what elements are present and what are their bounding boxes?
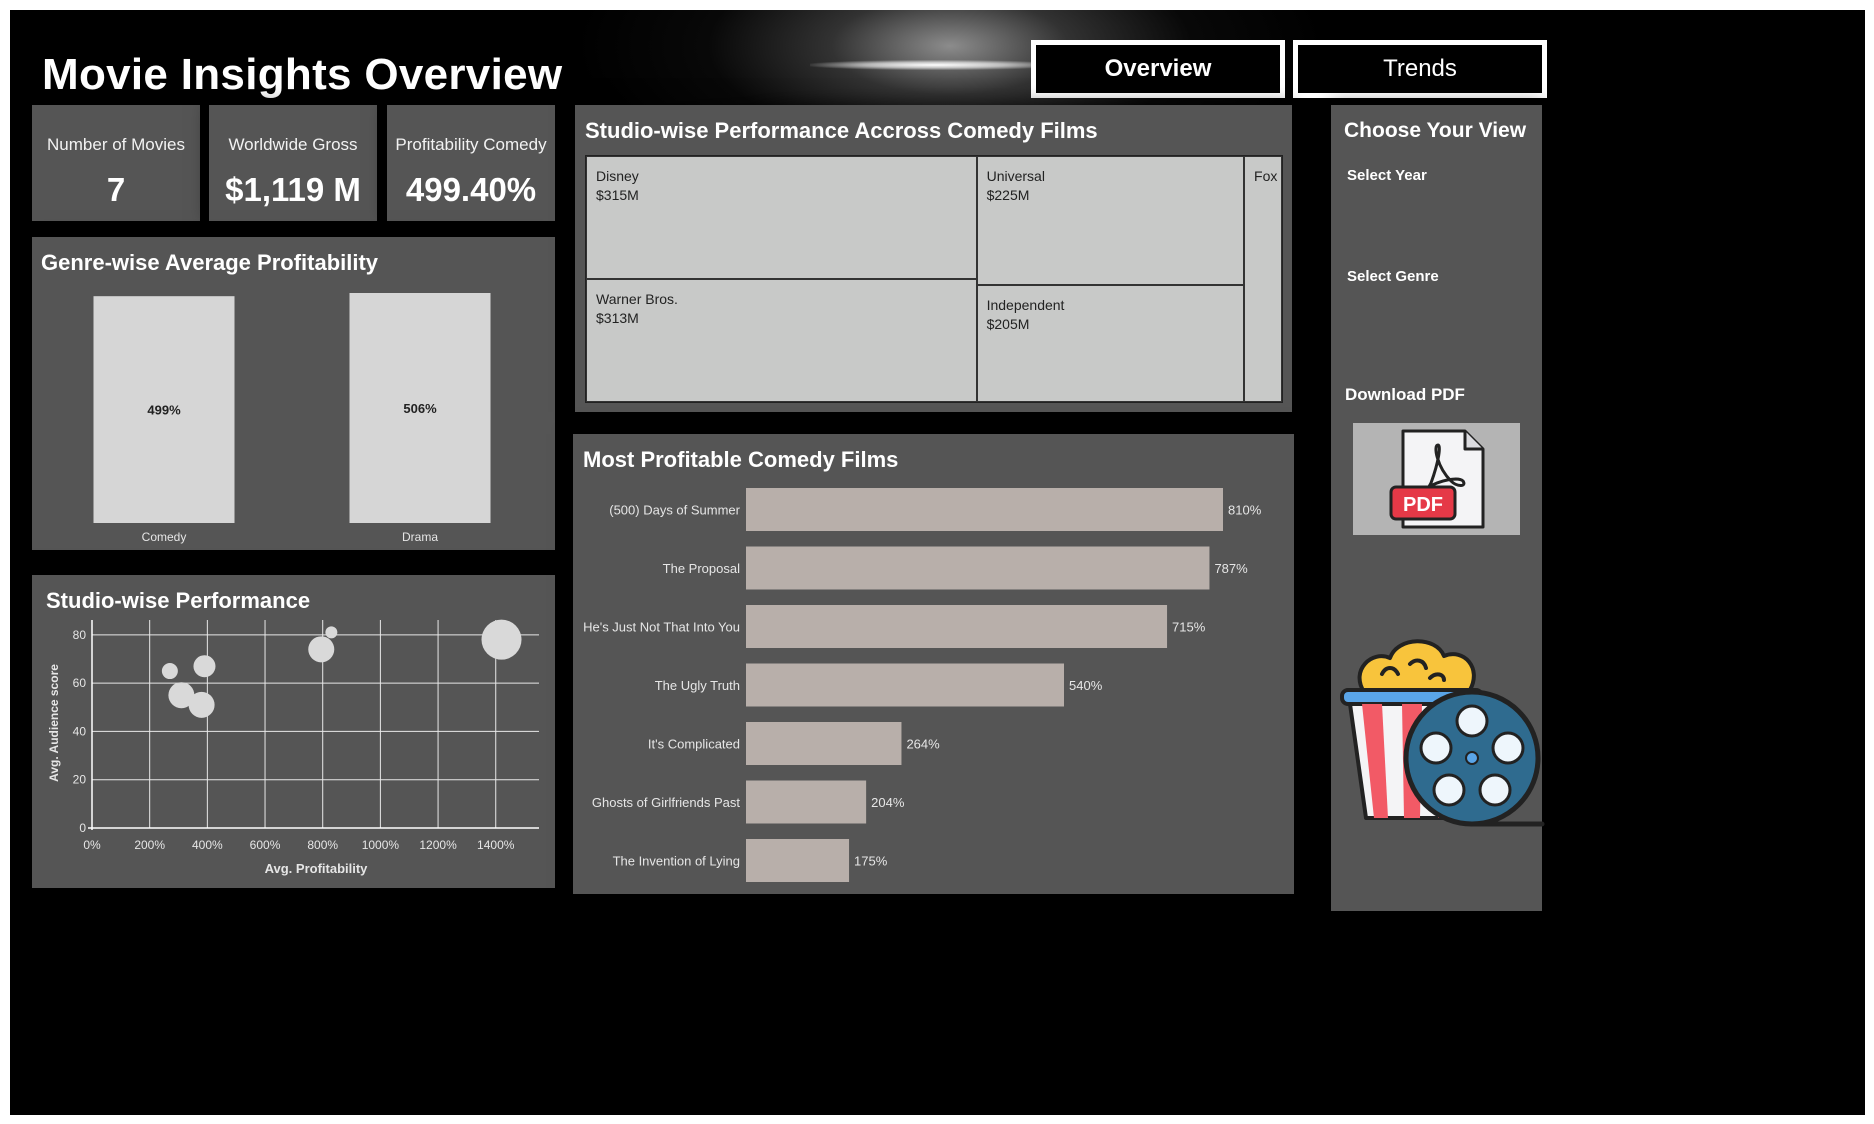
genre-bar-chart: 499% Comedy 506% Drama [93, 293, 491, 544]
film-category-label: The Ugly Truth [655, 678, 740, 693]
kpi-card-movies: Number of Movies 7 [32, 105, 200, 221]
scatter-chart-card: Studio-wise Performance 0% 200% 400% 600% 80… [32, 575, 555, 888]
film-category-label: The Invention of Lying [613, 854, 740, 869]
pdf-icon-text: PDF [1403, 494, 1443, 516]
film-bar[interactable] [746, 546, 1210, 590]
x-tick-label: 1000% [362, 838, 400, 852]
genre-bar-value-label: 499% [147, 403, 181, 418]
studio-bubble[interactable] [193, 655, 216, 678]
x-tick-label: 0% [83, 838, 101, 852]
kpi-label: Number of Movies [47, 135, 185, 154]
studio-bubble[interactable] [161, 663, 178, 680]
genre-bar-value-label: 506% [403, 401, 437, 416]
select-year-label[interactable]: Select Year [1347, 167, 1427, 184]
film-bar-value-label: 204% [871, 795, 905, 810]
kpi-value: $1,119 M [225, 171, 361, 208]
film-category-label: Ghosts of Girlfriends Past [592, 795, 740, 810]
film-category-label: He's Just Not That Into You [583, 620, 740, 635]
spotlight-line [810, 60, 1060, 70]
treemap-card: Studio-wise Performance Accross Comedy F… [575, 105, 1292, 412]
film-bar-value-label: 175% [854, 854, 888, 869]
popcorn-film-reel-icon [1340, 639, 1545, 827]
y-tick-label: 20 [73, 773, 87, 787]
kpi-card-gross: Worldwide Gross $1,119 M [209, 105, 377, 221]
treemap-cell[interactable]: Fox [1244, 156, 1282, 402]
x-tick-label: 1400% [477, 838, 515, 852]
treemap-cell[interactable]: Disney $315M [586, 156, 977, 280]
film-bar[interactable] [746, 605, 1168, 648]
film-bar[interactable] [746, 663, 1064, 707]
treemap-title: Studio-wise Performance Accross Comedy F… [585, 118, 1098, 143]
film-bar[interactable] [746, 839, 850, 882]
film-bar-value-label: 810% [1228, 503, 1262, 518]
genre-category-label: Drama [402, 530, 438, 544]
sidebar-title: Choose Your View [1344, 119, 1527, 142]
studio-bubble[interactable] [481, 619, 522, 660]
film-bar-value-label: 787% [1214, 561, 1248, 576]
film-bar[interactable] [746, 722, 902, 765]
y-tick-label: 80 [73, 628, 87, 642]
kpi-value: 499.40% [405, 171, 537, 208]
dashboard-frame: Movie Insights Overview Overview Trends … [10, 10, 1865, 1115]
x-tick-label: 1200% [419, 838, 457, 852]
film-bar-value-label: 715% [1172, 620, 1206, 635]
pdf-file-icon: PDF [1389, 429, 1485, 529]
tab-overview[interactable]: Overview [1031, 40, 1285, 98]
genre-category-label: Comedy [142, 530, 187, 544]
film-category-label: The Proposal [663, 561, 740, 576]
treemap-cell[interactable]: Warner Bros. $313M [586, 279, 977, 402]
download-pdf-label: Download PDF [1345, 385, 1465, 404]
studio-bubble[interactable] [308, 636, 335, 663]
treemap-cell[interactable]: Independent $205M [976, 284, 1245, 402]
films-chart-card: Most Profitable Comedy Films 810% (500) D… [573, 434, 1294, 894]
film-bar-value-label: 540% [1069, 678, 1103, 693]
y-tick-label: 40 [73, 724, 87, 738]
x-tick-label: 600% [250, 838, 281, 852]
x-axis-title: Avg. Profitability [265, 861, 369, 876]
studio-bubble[interactable] [325, 626, 338, 639]
film-category-label: (500) Days of Summer [609, 503, 740, 518]
y-tick-label: 0 [79, 821, 86, 835]
film-bar-value-label: 264% [906, 737, 940, 752]
kpi-label: Worldwide Gross [228, 135, 358, 154]
treemap-cell[interactable]: Universal $225M [976, 156, 1245, 285]
kpi-card-profitability: Profitability Comedy 499.40% [387, 105, 555, 221]
film-category-label: It's Complicated [648, 737, 740, 752]
page-title: Movie Insights Overview [42, 50, 563, 99]
select-genre-label[interactable]: Select Genre [1347, 268, 1439, 285]
film-bar[interactable] [746, 488, 1223, 531]
y-tick-label: 60 [73, 676, 87, 690]
studio-scatter-chart: 0% 200% 400% 600% 800% 1000% 1200% 1400% 0 20 40 60… [47, 619, 539, 876]
films-bar-chart: 810% (500) Days of Summer 787% The Proposal… [583, 488, 1262, 882]
genre-chart-card: Genre-wise Average Profitability 499% Com… [32, 237, 555, 550]
kpi-label: Profitability Comedy [395, 135, 547, 154]
x-tick-label: 400% [192, 838, 223, 852]
y-axis-title: Avg. Audience score [47, 664, 61, 782]
tab-trends[interactable]: Trends [1293, 40, 1547, 98]
studio-bubble[interactable] [188, 691, 215, 718]
x-tick-label: 800% [307, 838, 338, 852]
download-pdf-button[interactable]: PDF [1353, 423, 1520, 535]
kpi-value: 7 [106, 171, 126, 208]
studio-treemap: Disney $315M Warner Bros. $313M Universal … [585, 155, 1283, 403]
film-bar[interactable] [746, 780, 867, 824]
x-tick-label: 200% [134, 838, 165, 852]
